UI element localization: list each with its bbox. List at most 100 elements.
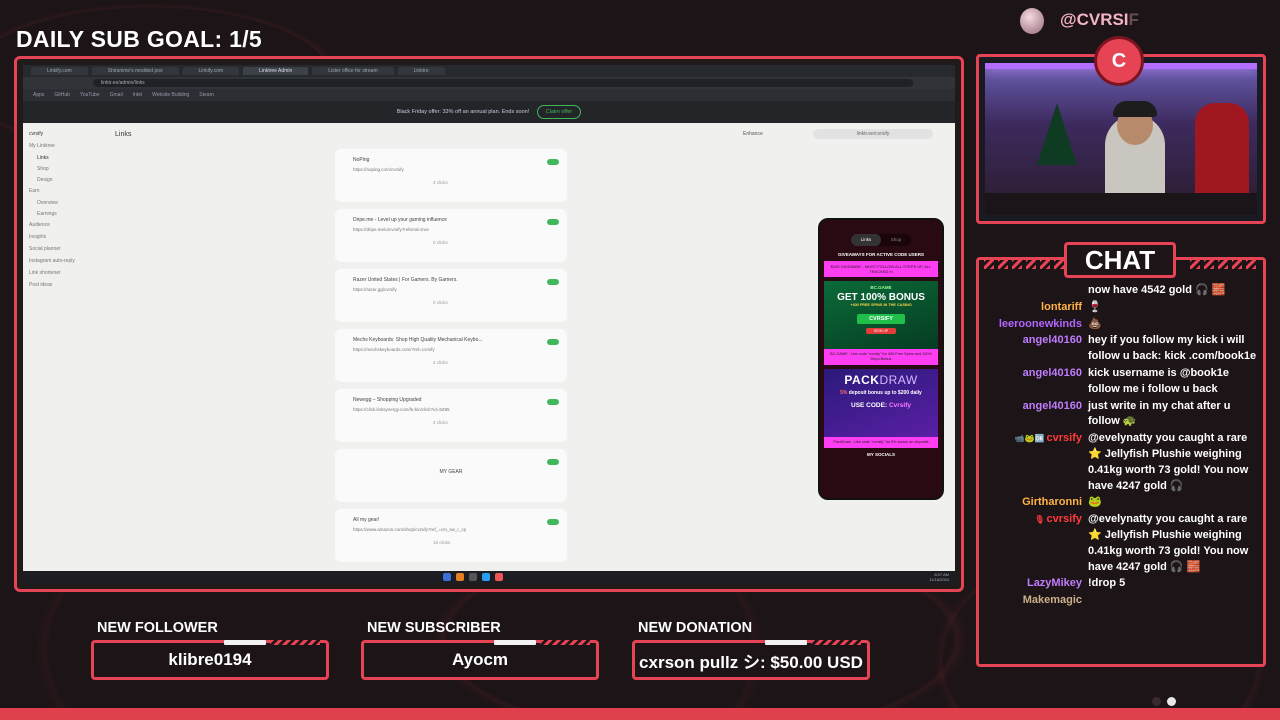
bookmark-item[interactable]: Intel (133, 92, 142, 98)
link-card[interactable]: MY GEAR (335, 449, 567, 502)
bookmark-item[interactable]: Steam (199, 92, 213, 98)
chat-message: angel40160 hey if you follow my kick i wi… (986, 333, 1258, 365)
account-name[interactable]: cvrsify (29, 131, 103, 137)
link-toggle[interactable] (547, 399, 559, 405)
bcgame-logo: BC.GAME (870, 285, 892, 290)
browser-icon[interactable] (456, 573, 464, 581)
chat-username[interactable]: 📹🐸🆗 cvrsify (986, 431, 1088, 494)
sidebar-item[interactable]: Audience (29, 222, 103, 228)
link-url[interactable]: https://razer.gg/cvrsify (353, 287, 549, 292)
link-title[interactable]: Razer United States | For Gamers. By Gam… (353, 277, 549, 283)
bookmarks-bar: Apps GitHub YouTube Gmail Intel Website Build… (23, 89, 955, 101)
tab-shop[interactable]: Shop (881, 234, 911, 246)
bookmark-item[interactable]: GitHub (54, 92, 70, 98)
link-toggle[interactable] (547, 279, 559, 285)
link-toggle[interactable] (547, 339, 559, 345)
chat-username[interactable] (986, 283, 1088, 299)
link-card[interactable]: NoPing https://noping.com/cvrsify 3 clicks (335, 149, 567, 202)
link-toggle[interactable] (547, 459, 559, 465)
chat-deco-right (1190, 259, 1256, 269)
browser-tab[interactable]: Linktre (397, 67, 445, 75)
enhance-button[interactable]: Enhance (743, 131, 763, 137)
bookmark-item[interactable]: Gmail (110, 92, 123, 98)
link-title[interactable]: NoPing (353, 157, 549, 163)
sidebar-item[interactable]: Post ideas (29, 282, 103, 288)
browser-tab[interactable]: Linktree Admin (243, 67, 309, 75)
sidebar-item[interactable]: Shop (29, 166, 103, 172)
browser-tab[interactable]: Shiranime's modded pos (91, 67, 179, 75)
sidebar-item[interactable]: Design (29, 177, 103, 183)
packdraw-link[interactable]: PackDraw - Use code "cvrsify" for 5% bon… (824, 437, 938, 448)
chat-username[interactable]: angel40160 (986, 333, 1088, 365)
link-title[interactable]: Newegg – Shopping Upgraded (353, 397, 549, 403)
link-title[interactable]: Dripe.me - Level up your gaming influenc… (353, 217, 549, 223)
terminal-icon[interactable] (469, 573, 477, 581)
link-toggle[interactable] (547, 219, 559, 225)
chat-message: 🎙 cvrsify @evelynatty you caught a rare ⭐ … (986, 512, 1258, 575)
chat-username[interactable]: angel40160 (986, 366, 1088, 398)
sidebar-item[interactable]: Overview (29, 200, 103, 206)
chat-username[interactable]: leeroonewkinds (986, 317, 1088, 333)
claim-offer-button[interactable]: Claim offer (536, 105, 582, 119)
sidebar-item[interactable]: Earn (29, 188, 103, 194)
link-toggle[interactable] (547, 159, 559, 165)
chat-username[interactable]: Girtharonni (986, 495, 1088, 511)
chat-header: CHAT (1064, 242, 1176, 278)
link-url[interactable]: https://mechskeyboards.com/?ref=cvrsify (353, 347, 549, 352)
browser-tab[interactable]: Linkify.com (182, 67, 240, 75)
bcgame-banner[interactable]: BC.GAME GET 100% BONUS +400 FREE SPINS I… (824, 281, 938, 349)
sidebar-item[interactable]: Link shortener (29, 270, 103, 276)
bcgame-link[interactable]: BC.GAME : Use code "cvrsify" for 400 Fre… (824, 349, 938, 365)
chat-username[interactable]: LazyMikey (986, 576, 1088, 592)
subscriber-alert: NEW SUBSCRIBER Ayocm (361, 620, 599, 680)
sidebar-item[interactable]: Links (29, 155, 103, 161)
link-title[interactable]: MY GEAR (353, 469, 549, 475)
link-url[interactable]: https://noping.com/cvrsify (353, 167, 549, 172)
chat-username[interactable]: angel40160 (986, 399, 1088, 431)
chat-text: now have 4542 gold 🎧 🧱 (1088, 284, 1226, 296)
bcgame-signup-button[interactable]: SIGN UP (866, 328, 896, 334)
link-url[interactable]: https://www.amazon.com/shop/cvrsify?ref_… (353, 527, 549, 532)
bookmark-item[interactable]: Apps (33, 92, 44, 98)
link-card[interactable]: Razer United States | For Gamers. By Gam… (335, 269, 567, 322)
chat-text: just write in my chat after u follow 🐢 (1088, 399, 1231, 428)
url-field[interactable]: linktr.ee/admin/links (93, 79, 913, 87)
bookmark-item[interactable]: Website Building (152, 92, 189, 98)
preview-tabs: Links Shop (851, 234, 911, 246)
sidebar-item[interactable]: Earnings (29, 211, 103, 217)
bookmark-item[interactable]: YouTube (80, 92, 100, 98)
start-icon[interactable] (443, 573, 451, 581)
sidebar-item[interactable]: Instagram auto-reply (29, 258, 103, 264)
link-card[interactable]: Dripe.me - Level up your gaming influenc… (335, 209, 567, 262)
sidebar-item[interactable]: Social planner (29, 246, 103, 252)
link-title[interactable]: Mechs Keyboards: Shop High Quality Mecha… (353, 337, 549, 343)
giveaway-link[interactable]: $100 GIVEAWAY - MUST FOLLOW ALL STEPS UP… (824, 261, 938, 277)
packdraw-banner[interactable]: PACKDRAW 5% deposit bonus up to $200 dai… (824, 369, 938, 437)
chat-username[interactable]: 🎙 cvrsify (986, 512, 1088, 575)
link-card[interactable]: Mechs Keyboards: Shop High Quality Mecha… (335, 329, 567, 382)
chat-message: 📹🐸🆗 cvrsify @evelynatty you caught a rare … (986, 431, 1258, 494)
link-url[interactable]: https://click.linksynergy.com/fs-bin/cli… (353, 407, 549, 412)
links-list: NoPing https://noping.com/cvrsify 3 clicks… (335, 149, 567, 569)
profile-url[interactable]: linktr.ee/cvrsify (813, 129, 933, 139)
chat-username[interactable]: lontariff (986, 300, 1088, 316)
tab-links[interactable]: Links (851, 234, 881, 246)
link-title[interactable]: All my gear! (353, 517, 549, 523)
subscriber-alert-label: NEW SUBSCRIBER (367, 620, 501, 636)
link-card[interactable]: All my gear! https://www.amazon.com/shop/… (335, 509, 567, 562)
browser-tab[interactable]: Linkify.com (31, 67, 88, 75)
chat-text: kick username is @book1e follow me i fol… (1088, 366, 1229, 395)
sidebar-item[interactable]: Insights (29, 234, 103, 240)
bcgame-code: CVRSIFY (857, 314, 905, 324)
sidebar-item[interactable]: My Linktree (29, 143, 103, 149)
link-card[interactable]: Newegg – Shopping Upgraded https://click.… (335, 389, 567, 442)
donation-text: cxrson pullz シ: $50.00 USD (639, 652, 863, 672)
follower-alert: NEW FOLLOWER klibre0194 (91, 620, 329, 680)
link-url[interactable]: https://dripe.me/u/cvrsify?referral=true (353, 227, 549, 232)
browser-tab[interactable]: Lister office for stream (312, 67, 394, 75)
channel-handle: @CVRSIF (1060, 10, 1139, 29)
app-icon[interactable] (495, 573, 503, 581)
explorer-icon[interactable] (482, 573, 490, 581)
chat-username[interactable]: Makemagic (986, 593, 1088, 609)
link-toggle[interactable] (547, 519, 559, 525)
